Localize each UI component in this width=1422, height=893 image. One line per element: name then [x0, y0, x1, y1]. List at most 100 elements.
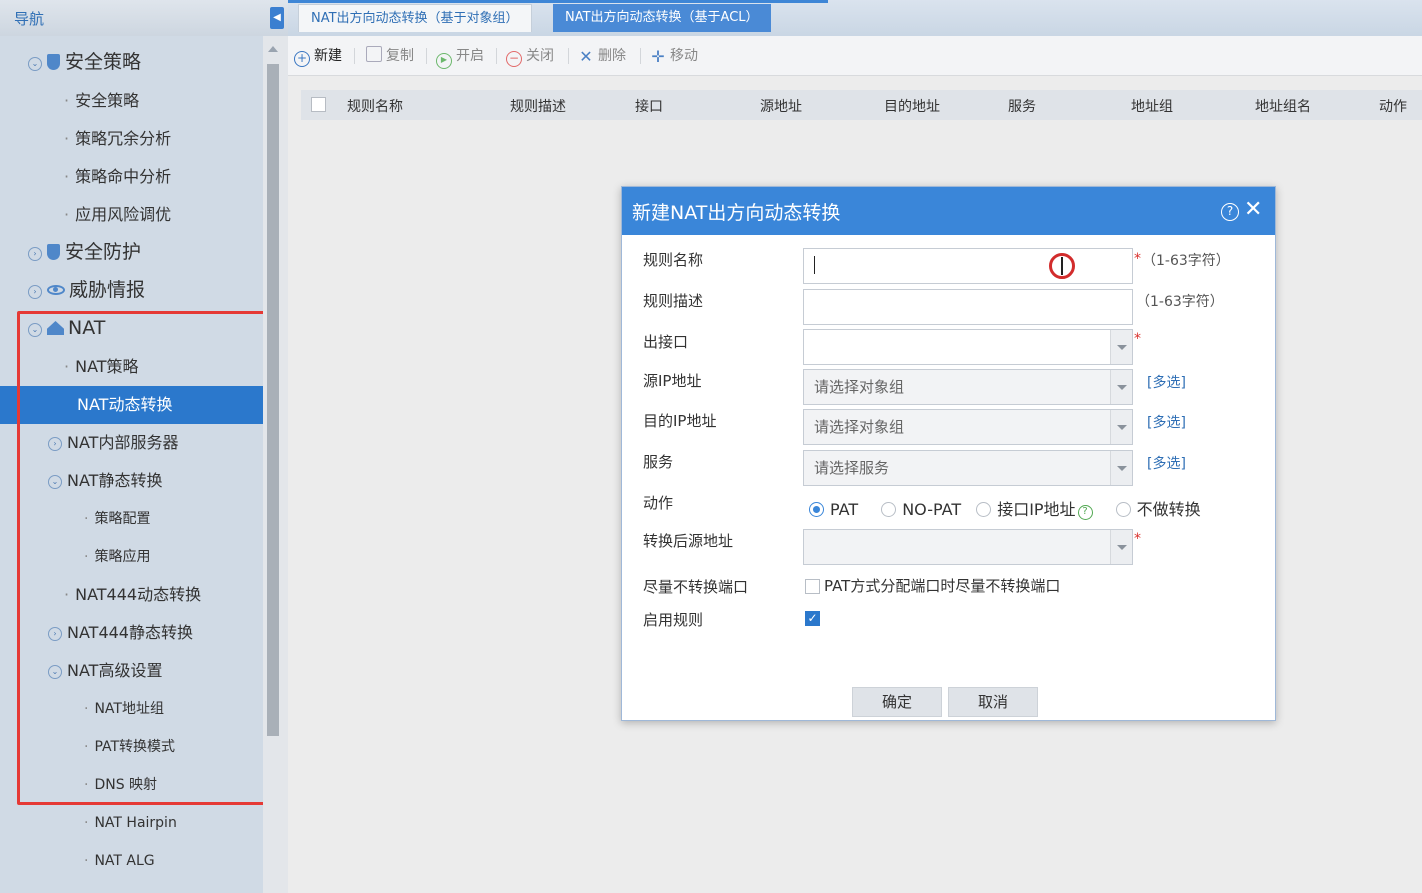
collapse-sidebar-button[interactable]: ◀ [270, 7, 284, 29]
radio-button[interactable] [881, 502, 897, 517]
sidebar-item-label: NAT ALG [94, 853, 155, 869]
column-header[interactable]: 动作 [1379, 96, 1407, 116]
expand-icon[interactable]: ⌄ [48, 475, 62, 489]
delete-button-label: 删除 [598, 48, 626, 64]
scroll-up-icon[interactable] [268, 46, 278, 52]
sidebar-item-nat[interactable]: ⌄ NAT [0, 309, 263, 347]
dropdown-arrow-icon[interactable] [1110, 451, 1132, 485]
sidebar-item-label: 安全策略 [65, 51, 142, 73]
radio-button[interactable] [976, 502, 992, 517]
sidebar-item-dns-mapping[interactable]: · DNS 映射 [0, 766, 263, 804]
sidebar-scrollbar[interactable] [263, 36, 288, 893]
column-header[interactable]: 服务 [1008, 96, 1036, 116]
question-icon[interactable]: ? [1077, 505, 1093, 520]
radio-button[interactable] [809, 502, 824, 517]
column-header[interactable]: 源地址 [760, 96, 802, 116]
cancel-button[interactable]: 取消 [948, 687, 1038, 717]
src-ip-multi-select-link[interactable]: [多选] [1147, 372, 1186, 392]
bullet-icon: · [84, 511, 89, 527]
column-header[interactable]: 规则描述 [510, 96, 566, 116]
rule-desc-label: 规则描述 [643, 292, 704, 310]
action-option-iface-ip[interactable]: 接口IP地址? [976, 496, 1093, 520]
dropdown-arrow-icon[interactable] [1110, 330, 1132, 364]
dropdown-arrow-icon[interactable] [1110, 370, 1132, 404]
expand-icon[interactable]: ⌄ [28, 57, 42, 71]
column-header[interactable]: 规则名称 [347, 96, 403, 116]
radio-label: PAT [830, 500, 859, 519]
action-option-no-translate[interactable]: 不做转换 [1115, 496, 1201, 520]
expand-icon[interactable]: ⌄ [48, 665, 62, 679]
out-iface-label: 出接口 [643, 333, 689, 351]
enable-rule-checkbox[interactable]: ✓ [805, 611, 820, 626]
shield-icon [47, 244, 60, 260]
column-header[interactable]: 接口 [635, 96, 663, 116]
copy-button[interactable]: 复制 [366, 46, 414, 66]
sidebar-item-label: NAT静态转换 [67, 471, 163, 490]
sidebar-item-policy-config[interactable]: · 策略配置 [0, 500, 263, 538]
sidebar-item-nat-static[interactable]: ⌄ NAT静态转换 [0, 462, 263, 500]
sidebar-item-label: NAT内部服务器 [67, 433, 179, 452]
move-button-label: 移动 [670, 48, 698, 64]
src-ip-select[interactable]: 请选择对象组 [803, 369, 1133, 405]
sidebar-item-nat-hairpin[interactable]: · NAT Hairpin [0, 804, 263, 842]
column-header[interactable]: 地址组 [1131, 96, 1173, 116]
sidebar-item-security-policy-group[interactable]: ⌄ 安全策略 [0, 43, 263, 81]
enable-button[interactable]: ▶ 开启 [436, 46, 484, 69]
action-option-pat[interactable]: PAT [809, 500, 858, 519]
sidebar-item-label: NAT [68, 317, 106, 339]
sidebar-item-nat-advanced[interactable]: ⌄ NAT高级设置 [0, 652, 263, 690]
sidebar-item-nat-dynamic[interactable]: NAT动态转换 [0, 386, 263, 424]
help-icon[interactable]: ? [1221, 203, 1239, 221]
out-iface-select[interactable] [803, 329, 1133, 365]
ok-button[interactable]: 确定 [852, 687, 942, 717]
sidebar-item-nat-policy[interactable]: · NAT策略 [0, 348, 263, 386]
rule-desc-input[interactable] [803, 289, 1133, 325]
expand-icon[interactable]: › [28, 247, 42, 261]
sidebar-item-policy-apply[interactable]: · 策略应用 [0, 538, 263, 576]
service-multi-select-link[interactable]: [多选] [1147, 453, 1186, 473]
service-placeholder: 请选择服务 [814, 459, 890, 477]
tab-nat-dynamic-object-group[interactable]: NAT出方向动态转换（基于对象组） [298, 4, 532, 32]
sidebar-item-security-protection[interactable]: › 安全防护 [0, 233, 263, 271]
rule-name-input[interactable] [803, 248, 1133, 284]
sidebar-item-nat-alg[interactable]: · NAT ALG [0, 842, 263, 880]
sidebar-item-app-risk[interactable]: · 应用风险调优 [0, 196, 263, 234]
close-icon[interactable]: ✕ [1244, 199, 1262, 221]
sidebar-item-threat-intel[interactable]: › 威胁情报 [0, 271, 263, 309]
sidebar-item-nat-internal-server[interactable]: › NAT内部服务器 [0, 424, 263, 462]
close-x-icon: ✕ [579, 47, 593, 66]
dst-ip-multi-select-link[interactable]: [多选] [1147, 412, 1186, 432]
rule-desc-hint: （1-63字符） [1136, 294, 1224, 310]
sidebar-item-nat-address-group[interactable]: · NAT地址组 [0, 690, 263, 728]
sidebar-item-security-policy[interactable]: · 安全策略 [0, 82, 263, 120]
no-port-trans-checkbox[interactable] [805, 579, 820, 594]
disable-button[interactable]: − 关闭 [506, 46, 554, 67]
dropdown-arrow-icon[interactable] [1110, 530, 1132, 564]
bullet-icon: · [64, 129, 70, 148]
trans-src-label: 转换后源地址 [643, 532, 734, 550]
column-header[interactable]: 目的地址 [884, 96, 940, 116]
expand-icon[interactable]: › [28, 285, 42, 299]
new-button[interactable]: + 新建 [294, 46, 342, 67]
expand-icon[interactable]: › [48, 627, 62, 641]
sidebar-item-pat-mode[interactable]: · PAT转换模式 [0, 728, 263, 766]
expand-icon[interactable]: › [48, 437, 62, 451]
dropdown-arrow-icon[interactable] [1110, 410, 1132, 444]
expand-icon[interactable]: ⌄ [28, 323, 42, 337]
move-button[interactable]: ✛ 移动 [650, 46, 698, 66]
column-header[interactable]: 地址组名 [1255, 96, 1311, 116]
delete-button[interactable]: ✕ 删除 [578, 46, 626, 66]
sidebar-item-nat444-dynamic[interactable]: · NAT444动态转换 [0, 576, 263, 614]
service-select[interactable]: 请选择服务 [803, 450, 1133, 486]
sidebar-item-nat444-static[interactable]: › NAT444静态转换 [0, 614, 263, 652]
select-all-checkbox[interactable] [311, 97, 326, 112]
sidebar-item-policy-hit[interactable]: · 策略命中分析 [0, 158, 263, 196]
radio-button[interactable] [1115, 502, 1131, 517]
action-option-no-pat[interactable]: NO-PAT [881, 500, 961, 519]
trans-src-select[interactable] [803, 529, 1133, 565]
tab-nat-dynamic-acl[interactable]: NAT出方向动态转换（基于ACL） [553, 4, 771, 32]
sidebar-item-policy-redundancy[interactable]: · 策略冗余分析 [0, 120, 263, 158]
dst-ip-select[interactable]: 请选择对象组 [803, 409, 1133, 445]
scroll-thumb[interactable] [267, 64, 279, 736]
sidebar-item-label: NAT动态转换 [77, 395, 173, 414]
